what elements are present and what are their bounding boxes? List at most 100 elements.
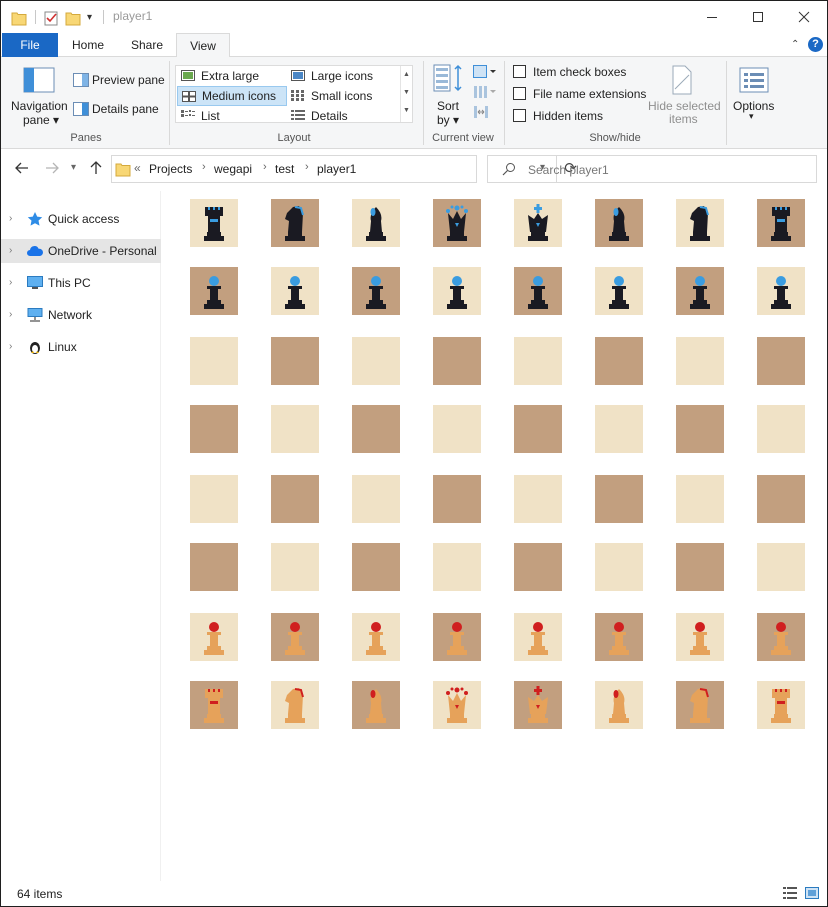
file-item-empty[interactable] bbox=[757, 543, 805, 591]
hide-selected-items-button-line2[interactable]: items bbox=[669, 112, 698, 126]
navigation-pane-button-line2[interactable]: pane ▾ bbox=[23, 113, 59, 127]
file-item-pawn-black[interactable] bbox=[676, 267, 724, 315]
folder-icon[interactable] bbox=[11, 9, 27, 27]
file-item-bishop-black[interactable] bbox=[352, 199, 400, 247]
layout-gallery-scroll[interactable]: ▲ ▼ ▼ bbox=[400, 66, 412, 122]
layout-medium-icons[interactable]: Medium icons bbox=[177, 86, 287, 106]
file-item-pawn-white[interactable] bbox=[190, 613, 238, 661]
nav-item-onedrive[interactable]: › OneDrive - Personal bbox=[1, 239, 161, 263]
file-item-pawn-black[interactable] bbox=[433, 267, 481, 315]
file-item-pawn-black[interactable] bbox=[271, 267, 319, 315]
search-box[interactable]: Search player1 bbox=[487, 155, 817, 183]
nav-item-quick-access[interactable]: › Quick access bbox=[1, 207, 161, 231]
file-item-empty[interactable] bbox=[271, 337, 319, 385]
details-view-icon[interactable] bbox=[783, 887, 797, 899]
file-item-empty[interactable] bbox=[433, 475, 481, 523]
close-button[interactable] bbox=[781, 1, 827, 33]
file-item-empty[interactable] bbox=[433, 405, 481, 453]
expand-chevron-icon[interactable]: › bbox=[9, 239, 12, 263]
breadcrumb-separator-icon[interactable]: › bbox=[202, 161, 206, 173]
file-item-knight-black[interactable] bbox=[271, 199, 319, 247]
expand-chevron-icon[interactable]: › bbox=[9, 335, 12, 359]
file-item-empty[interactable] bbox=[757, 405, 805, 453]
file-item-pawn-white[interactable] bbox=[271, 613, 319, 661]
file-item-bishop-white[interactable] bbox=[352, 681, 400, 729]
file-item-empty[interactable] bbox=[514, 543, 562, 591]
item-check-boxes-label[interactable]: Item check boxes bbox=[533, 65, 626, 79]
file-item-empty[interactable] bbox=[676, 475, 724, 523]
help-icon[interactable]: ? bbox=[808, 37, 823, 52]
preview-pane-button[interactable]: Preview pane bbox=[92, 73, 165, 87]
file-item-empty[interactable] bbox=[757, 475, 805, 523]
sort-by-button[interactable]: Sort bbox=[437, 99, 459, 113]
expand-chevron-icon[interactable]: › bbox=[9, 303, 12, 327]
file-item-queen-black[interactable] bbox=[433, 199, 481, 247]
details-pane-button[interactable]: Details pane bbox=[92, 102, 159, 116]
file-item-empty[interactable] bbox=[433, 337, 481, 385]
file-item-empty[interactable] bbox=[271, 405, 319, 453]
file-name-extensions-checkbox[interactable] bbox=[513, 87, 526, 100]
properties-icon[interactable] bbox=[43, 9, 59, 27]
breadcrumb-overflow[interactable]: « bbox=[134, 161, 141, 175]
nav-item-this-pc[interactable]: › This PC bbox=[1, 271, 161, 295]
hidden-items-label[interactable]: Hidden items bbox=[533, 109, 603, 123]
up-button[interactable] bbox=[89, 161, 103, 178]
gallery-more-icon[interactable]: ▼ bbox=[401, 102, 412, 120]
file-item-empty[interactable] bbox=[595, 475, 643, 523]
file-item-pawn-white[interactable] bbox=[757, 613, 805, 661]
layout-details[interactable]: Details bbox=[287, 106, 399, 126]
file-item-pawn-black[interactable] bbox=[190, 267, 238, 315]
breadcrumb-player1[interactable]: player1 bbox=[317, 162, 356, 176]
file-item-empty[interactable] bbox=[190, 337, 238, 385]
file-item-empty[interactable] bbox=[271, 475, 319, 523]
minimize-button[interactable] bbox=[689, 1, 735, 33]
file-item-empty[interactable] bbox=[514, 475, 562, 523]
file-item-empty[interactable] bbox=[676, 337, 724, 385]
file-item-empty[interactable] bbox=[190, 543, 238, 591]
file-item-empty[interactable] bbox=[433, 543, 481, 591]
layout-extra-large-icons[interactable]: Extra large icons bbox=[177, 66, 287, 103]
file-item-empty[interactable] bbox=[190, 405, 238, 453]
search-input[interactable]: Search player1 bbox=[528, 163, 609, 177]
nav-item-network[interactable]: › Network bbox=[1, 303, 161, 327]
file-item-empty[interactable] bbox=[514, 337, 562, 385]
maximize-button[interactable] bbox=[735, 1, 781, 33]
expand-chevron-icon[interactable]: › bbox=[9, 271, 12, 295]
file-item-empty[interactable] bbox=[676, 405, 724, 453]
sort-by-button-line2[interactable]: by ▾ bbox=[437, 113, 459, 127]
nav-item-linux[interactable]: › Linux bbox=[1, 335, 161, 359]
file-item-pawn-black[interactable] bbox=[757, 267, 805, 315]
customize-toolbar-chevron-icon[interactable]: ▾ bbox=[87, 9, 97, 27]
file-item-pawn-white[interactable] bbox=[595, 613, 643, 661]
file-item-empty[interactable] bbox=[514, 405, 562, 453]
forward-button[interactable] bbox=[45, 161, 59, 178]
collapse-ribbon-chevron-icon[interactable]: ⌃ bbox=[791, 39, 799, 50]
breadcrumb-wegapi[interactable]: wegapi bbox=[214, 162, 252, 176]
expand-chevron-icon[interactable]: › bbox=[9, 207, 12, 231]
layout-list[interactable]: List bbox=[177, 106, 287, 126]
file-item-queen-white[interactable] bbox=[433, 681, 481, 729]
layout-small-icons[interactable]: Small icons bbox=[287, 86, 399, 106]
file-item-empty[interactable] bbox=[352, 337, 400, 385]
file-item-empty[interactable] bbox=[352, 475, 400, 523]
file-item-empty[interactable] bbox=[190, 475, 238, 523]
breadcrumb-test[interactable]: test bbox=[275, 162, 294, 176]
scroll-down-icon[interactable]: ▼ bbox=[401, 84, 412, 102]
file-item-empty[interactable] bbox=[271, 543, 319, 591]
file-item-king-white[interactable] bbox=[514, 681, 562, 729]
file-item-knight-white[interactable] bbox=[676, 681, 724, 729]
file-item-empty[interactable] bbox=[352, 543, 400, 591]
tab-share[interactable]: Share bbox=[119, 33, 175, 57]
file-item-rook-black[interactable] bbox=[190, 199, 238, 247]
hidden-items-checkbox[interactable] bbox=[513, 109, 526, 122]
file-item-empty[interactable] bbox=[352, 405, 400, 453]
hide-selected-items-button[interactable]: Hide selected bbox=[648, 99, 721, 113]
file-item-bishop-black[interactable] bbox=[595, 199, 643, 247]
file-item-empty[interactable] bbox=[757, 337, 805, 385]
file-item-empty[interactable] bbox=[595, 543, 643, 591]
scroll-up-icon[interactable]: ▲ bbox=[401, 66, 412, 84]
file-item-rook-white[interactable] bbox=[190, 681, 238, 729]
layout-large-icons[interactable]: Large icons bbox=[287, 66, 399, 86]
file-item-pawn-white[interactable] bbox=[676, 613, 724, 661]
address-bar[interactable]: « Projects › wegapi › test › player1 ▾ ⟳ bbox=[111, 155, 577, 183]
